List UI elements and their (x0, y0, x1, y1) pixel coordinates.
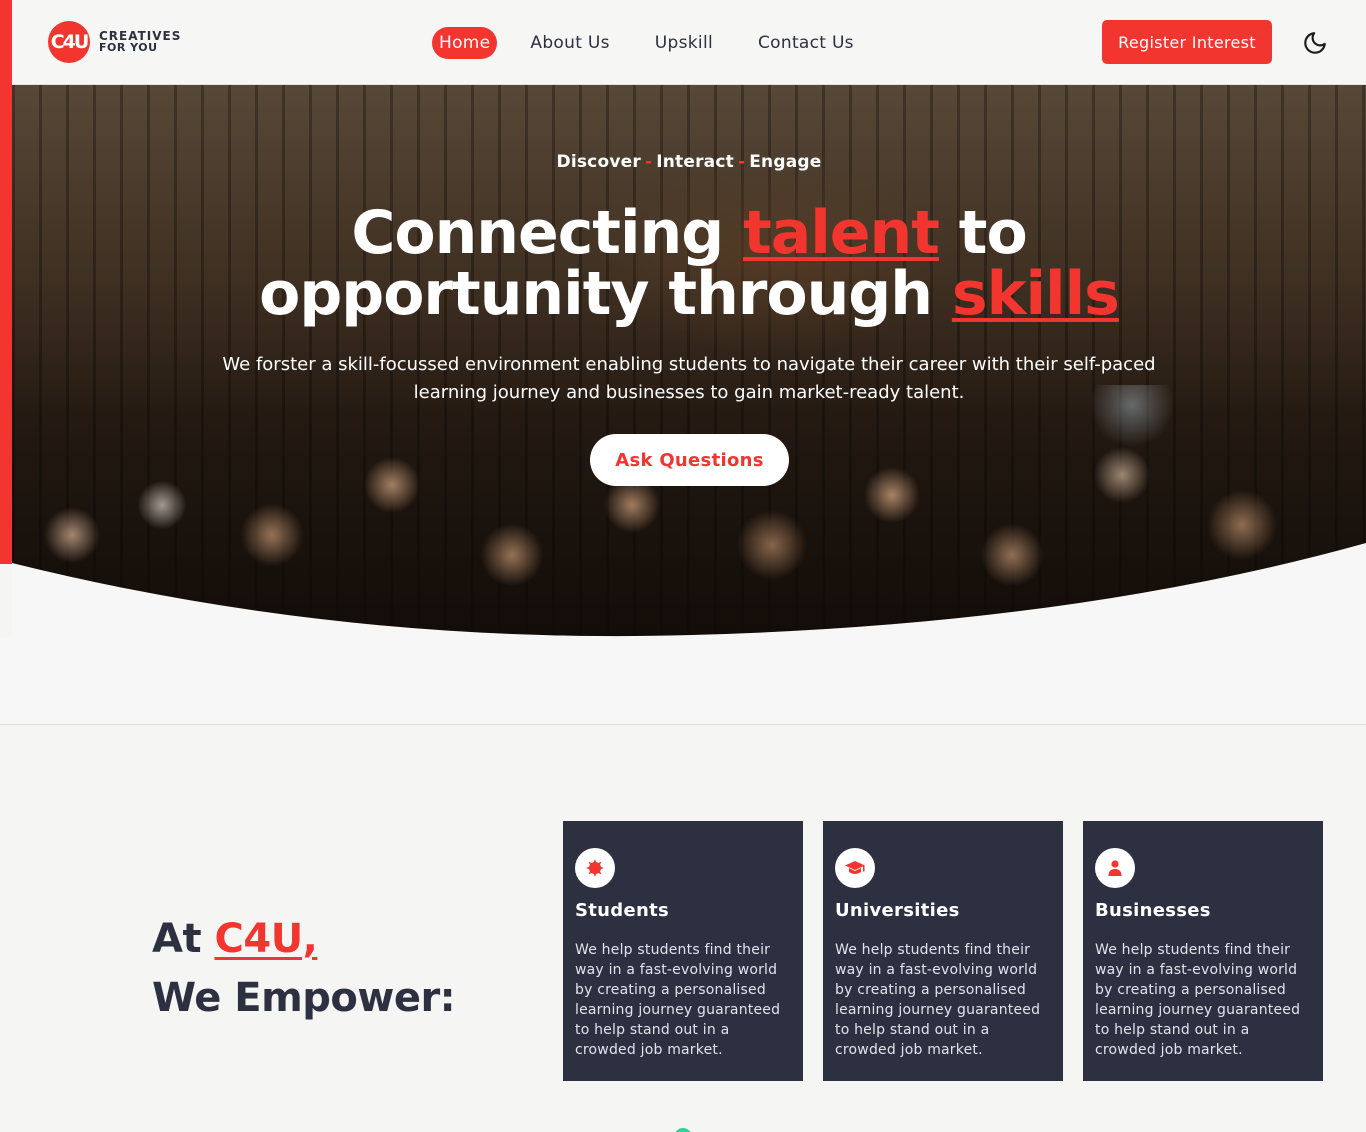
user-icon (1095, 848, 1135, 888)
hero-subtitle: We forster a skill-focussed environment … (222, 354, 1156, 403)
tagline-engage: Engage (749, 152, 822, 172)
card-title: Students (575, 900, 670, 921)
card-text: We help students find their way in a fas… (575, 942, 781, 1058)
graduation-cap-icon (835, 848, 875, 888)
nav-about-us[interactable]: About Us (523, 27, 616, 59)
empower-brand: C4U, (214, 916, 318, 962)
card-text: We help students find their way in a fas… (835, 942, 1041, 1058)
left-accent-bar (0, 0, 12, 564)
logo-mark: C4U (48, 21, 90, 63)
tagline-separator: - (737, 152, 746, 172)
hero-section: Discover - Interact - Engage Connecting tale… (12, 85, 1366, 637)
card-text: We help students find their way in a fas… (1095, 942, 1301, 1058)
headline-accent-skills: skills (951, 259, 1120, 329)
logo-line-2: FOR YOU (99, 41, 158, 54)
moon-icon[interactable] (1302, 30, 1328, 56)
tagline-separator: - (644, 152, 653, 172)
section-divider-band (0, 637, 1366, 725)
ask-questions-button[interactable]: Ask Questions (590, 434, 789, 486)
nav-contact-us[interactable]: Contact Us (751, 27, 861, 59)
chat-widget-indicator[interactable] (674, 1128, 692, 1132)
card-businesses: Businesses We help students find their w… (1083, 821, 1323, 1081)
hero-headline: Connecting talent to opportunity through… (259, 198, 1120, 329)
card-title: Universities (835, 900, 960, 921)
card-universities: Universities We help students find their… (823, 821, 1063, 1081)
site-header: C4U CREATIVES FOR YOU Home About Us Upsk… (12, 0, 1366, 85)
nav-upskill[interactable]: Upskill (648, 27, 720, 59)
main-nav: Home About Us Upskill Contact Us (432, 27, 892, 59)
tagline-discover: Discover (556, 152, 641, 172)
register-interest-button[interactable]: Register Interest (1102, 20, 1272, 64)
badge-icon (575, 848, 615, 888)
hero-tagline: Discover - Interact - Engage (12, 152, 1366, 172)
card-title: Businesses (1095, 900, 1211, 921)
tagline-interact: Interact (656, 152, 734, 172)
nav-home[interactable]: Home (432, 27, 498, 59)
brand-logo[interactable]: C4U CREATIVES FOR YOU (48, 21, 181, 63)
empower-heading: At C4U, We Empower: (152, 916, 456, 1021)
headline-accent-talent: talent (743, 198, 940, 268)
logo-wordmark: CREATIVES FOR YOU (99, 30, 181, 54)
card-students: Students We help students find their way… (563, 821, 803, 1081)
